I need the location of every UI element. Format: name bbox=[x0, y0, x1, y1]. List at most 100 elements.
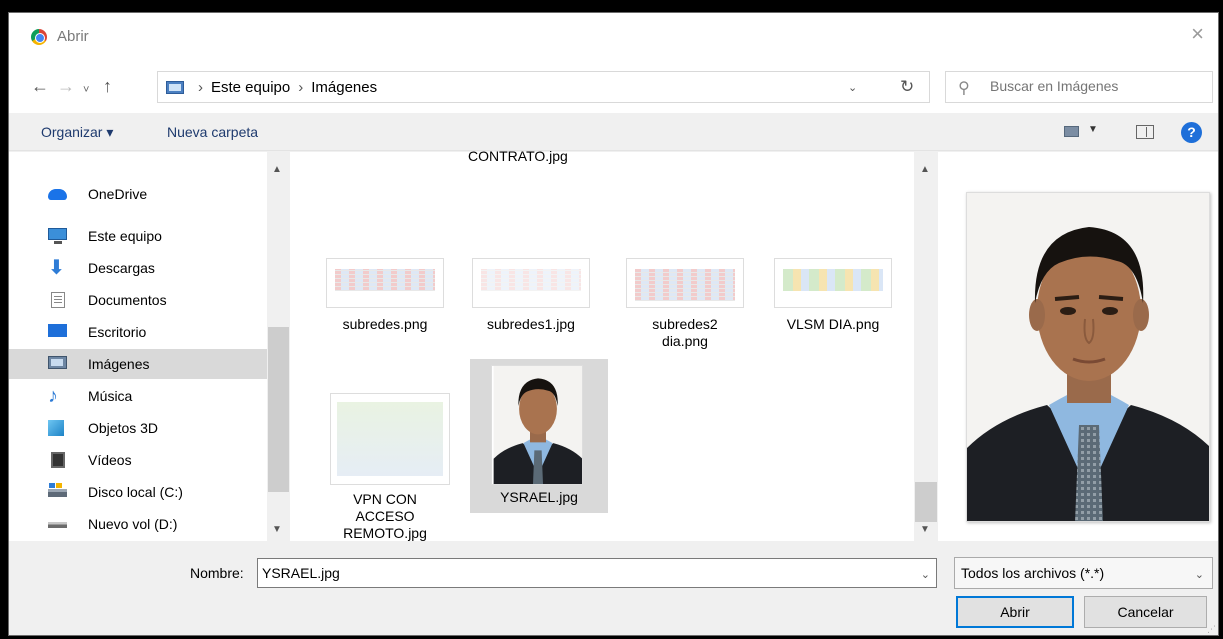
navigation-pane: OneDrive Este equipo ⬇ Descargas Documen… bbox=[9, 152, 290, 541]
download-arrow-icon: ⬇ bbox=[48, 257, 65, 279]
file-item-ysrael[interactable]: YSRAEL.jpg bbox=[470, 359, 608, 513]
file-name-line: dia.png bbox=[662, 333, 708, 349]
change-view-icon[interactable] bbox=[1064, 126, 1079, 137]
file-item-subredes2-dia[interactable]: subredes2 dia.png bbox=[620, 254, 750, 354]
sidebar-item-label: Nuevo vol (D:) bbox=[88, 516, 178, 532]
search-icon: ⚲ bbox=[958, 80, 970, 97]
sidebar-item-disco-local[interactable]: Disco local (C:) bbox=[9, 477, 267, 507]
scroll-down-icon[interactable]: ▼ bbox=[920, 524, 930, 535]
drive-icon bbox=[48, 522, 67, 528]
thumbnail-content bbox=[337, 402, 443, 476]
file-type-select[interactable]: Todos los archivos (*.*) ⌄ bbox=[954, 557, 1213, 589]
search-box[interactable]: ⚲ bbox=[945, 71, 1213, 103]
file-name-value: YSRAEL.jpg bbox=[262, 565, 340, 581]
preview-pane-icon[interactable] bbox=[1136, 125, 1154, 139]
close-icon[interactable]: × bbox=[1191, 23, 1204, 45]
forward-arrow-icon[interactable]: → bbox=[57, 76, 75, 96]
breadcrumb: › Este equipo › Imágenes bbox=[190, 79, 377, 96]
sidebar-item-label: OneDrive bbox=[88, 186, 148, 202]
file-name-dropdown-icon[interactable]: ⌄ bbox=[921, 568, 930, 581]
sidebar-item-label: Imágenes bbox=[88, 356, 150, 372]
file-name-line: ACCESO bbox=[355, 508, 415, 524]
preview-pane bbox=[938, 152, 1218, 541]
network-diagram-thumbnail bbox=[330, 393, 450, 485]
file-item-vpn-acceso-remoto[interactable]: VPN CON ACCESO REMOTO.jpg bbox=[320, 389, 450, 541]
sidebar-item-nuevo-vol[interactable]: Nuevo vol (D:) bbox=[9, 509, 267, 539]
pictures-folder-icon bbox=[166, 81, 184, 94]
file-name-line: subredes2 bbox=[652, 316, 718, 332]
thumbnail-content bbox=[635, 269, 735, 301]
resize-grip-icon[interactable]: ⋰ bbox=[1207, 624, 1216, 635]
diagram-thumbnail bbox=[774, 258, 892, 308]
address-bar[interactable]: › Este equipo › Imágenes ⌄ ↻ bbox=[157, 71, 930, 103]
navigation-bar: ← → ˅ ↑ › Este equipo › Imágenes ⌄ ↻ ⚲ bbox=[9, 61, 1218, 113]
sidebar-item-objetos-3d[interactable]: Objetos 3D bbox=[9, 413, 267, 443]
refresh-icon[interactable]: ↻ bbox=[900, 77, 914, 97]
file-name: subredes1.jpg bbox=[487, 316, 575, 332]
pictures-icon bbox=[48, 356, 67, 369]
file-name: VLSM DIA.png bbox=[786, 316, 880, 332]
videos-icon bbox=[51, 452, 65, 468]
footer-bar: Nombre: YSRAEL.jpg ⌄ Todos los archivos … bbox=[9, 541, 1218, 635]
preview-image bbox=[966, 192, 1210, 522]
table-thumbnail bbox=[626, 258, 744, 308]
file-item-subredes[interactable]: subredes.png bbox=[320, 254, 450, 340]
scroll-up-icon[interactable]: ▲ bbox=[920, 164, 930, 175]
table-thumbnail bbox=[326, 258, 444, 308]
documents-icon bbox=[51, 292, 65, 308]
scroll-down-icon[interactable]: ▼ bbox=[272, 524, 282, 535]
thumbnail-content bbox=[335, 269, 435, 291]
portrait-photo-thumbnail bbox=[491, 365, 583, 485]
file-item-vlsm-dia[interactable]: VLSM DIA.png bbox=[768, 254, 898, 340]
scroll-thumb[interactable] bbox=[268, 327, 289, 492]
chrome-icon bbox=[31, 29, 47, 45]
file-name-line: REMOTO.jpg bbox=[343, 525, 427, 541]
sidebar-item-label: Objetos 3D bbox=[88, 420, 159, 436]
file-list-scrollbar[interactable]: ▲ ▼ bbox=[914, 152, 938, 541]
sidebar-item-musica[interactable]: ♪ Música bbox=[9, 381, 267, 411]
file-name-field[interactable]: YSRAEL.jpg ⌄ bbox=[257, 558, 937, 588]
search-input[interactable] bbox=[990, 78, 1200, 94]
breadcrumb-este-equipo[interactable]: Este equipo bbox=[211, 79, 290, 96]
sidebar-item-escritorio[interactable]: Escritorio bbox=[9, 317, 267, 347]
command-toolbar: Organizar ▾ Nueva carpeta ▼ ? bbox=[9, 113, 1218, 151]
address-history-chevron-icon[interactable]: ⌄ bbox=[848, 81, 857, 94]
breadcrumb-separator: › bbox=[198, 79, 203, 96]
file-name-partial[interactable]: CONTRATO.jpg bbox=[468, 148, 568, 164]
up-folder-arrow-icon[interactable]: ↑ bbox=[103, 76, 112, 96]
help-icon[interactable]: ? bbox=[1181, 122, 1202, 143]
thumbnail-content bbox=[783, 269, 883, 291]
sidebar-item-label: Música bbox=[88, 388, 133, 404]
file-type-value: Todos los archivos (*.*) bbox=[961, 565, 1105, 581]
sidebar-item-videos[interactable]: Vídeos bbox=[9, 445, 267, 475]
new-folder-button[interactable]: Nueva carpeta bbox=[167, 124, 258, 140]
desktop-icon bbox=[48, 324, 67, 337]
window-title: Abrir bbox=[57, 28, 89, 45]
sidebar-item-imagenes[interactable]: Imágenes bbox=[9, 349, 267, 379]
cancel-button[interactable]: Cancelar bbox=[1084, 596, 1207, 628]
scroll-thumb[interactable] bbox=[915, 482, 937, 522]
sidebar-item-label: Documentos bbox=[88, 292, 167, 308]
sidebar-item-onedrive[interactable]: OneDrive bbox=[9, 179, 267, 209]
breadcrumb-imagenes[interactable]: Imágenes bbox=[311, 79, 377, 96]
view-options-dropdown-icon[interactable]: ▼ bbox=[1088, 124, 1098, 135]
scroll-up-icon[interactable]: ▲ bbox=[272, 164, 282, 175]
recent-locations-chevron-icon[interactable]: ˅ bbox=[83, 80, 89, 100]
file-name: YSRAEL.jpg bbox=[500, 489, 578, 505]
open-button[interactable]: Abrir bbox=[956, 596, 1074, 628]
sidebar-item-label: Disco local (C:) bbox=[88, 484, 183, 500]
sidebar-item-documentos[interactable]: Documentos bbox=[9, 285, 267, 315]
sidebar-item-label: Escritorio bbox=[88, 324, 147, 340]
file-item-subredes1[interactable]: subredes1.jpg bbox=[466, 254, 596, 340]
portrait-photo-icon bbox=[493, 366, 582, 484]
file-name-line: VPN CON bbox=[353, 491, 417, 507]
table-thumbnail bbox=[472, 258, 590, 308]
music-note-icon: ♪ bbox=[48, 385, 58, 407]
sidebar-item-este-equipo[interactable]: Este equipo bbox=[9, 221, 267, 251]
organize-button[interactable]: Organizar ▾ bbox=[41, 124, 113, 141]
file-name: subredes.png bbox=[342, 316, 428, 332]
back-arrow-icon[interactable]: ← bbox=[31, 76, 49, 96]
thumbnail-content bbox=[481, 269, 581, 291]
sidebar-item-descargas[interactable]: ⬇ Descargas bbox=[9, 253, 267, 283]
sidebar-scrollbar[interactable]: ▲ ▼ bbox=[267, 152, 290, 541]
